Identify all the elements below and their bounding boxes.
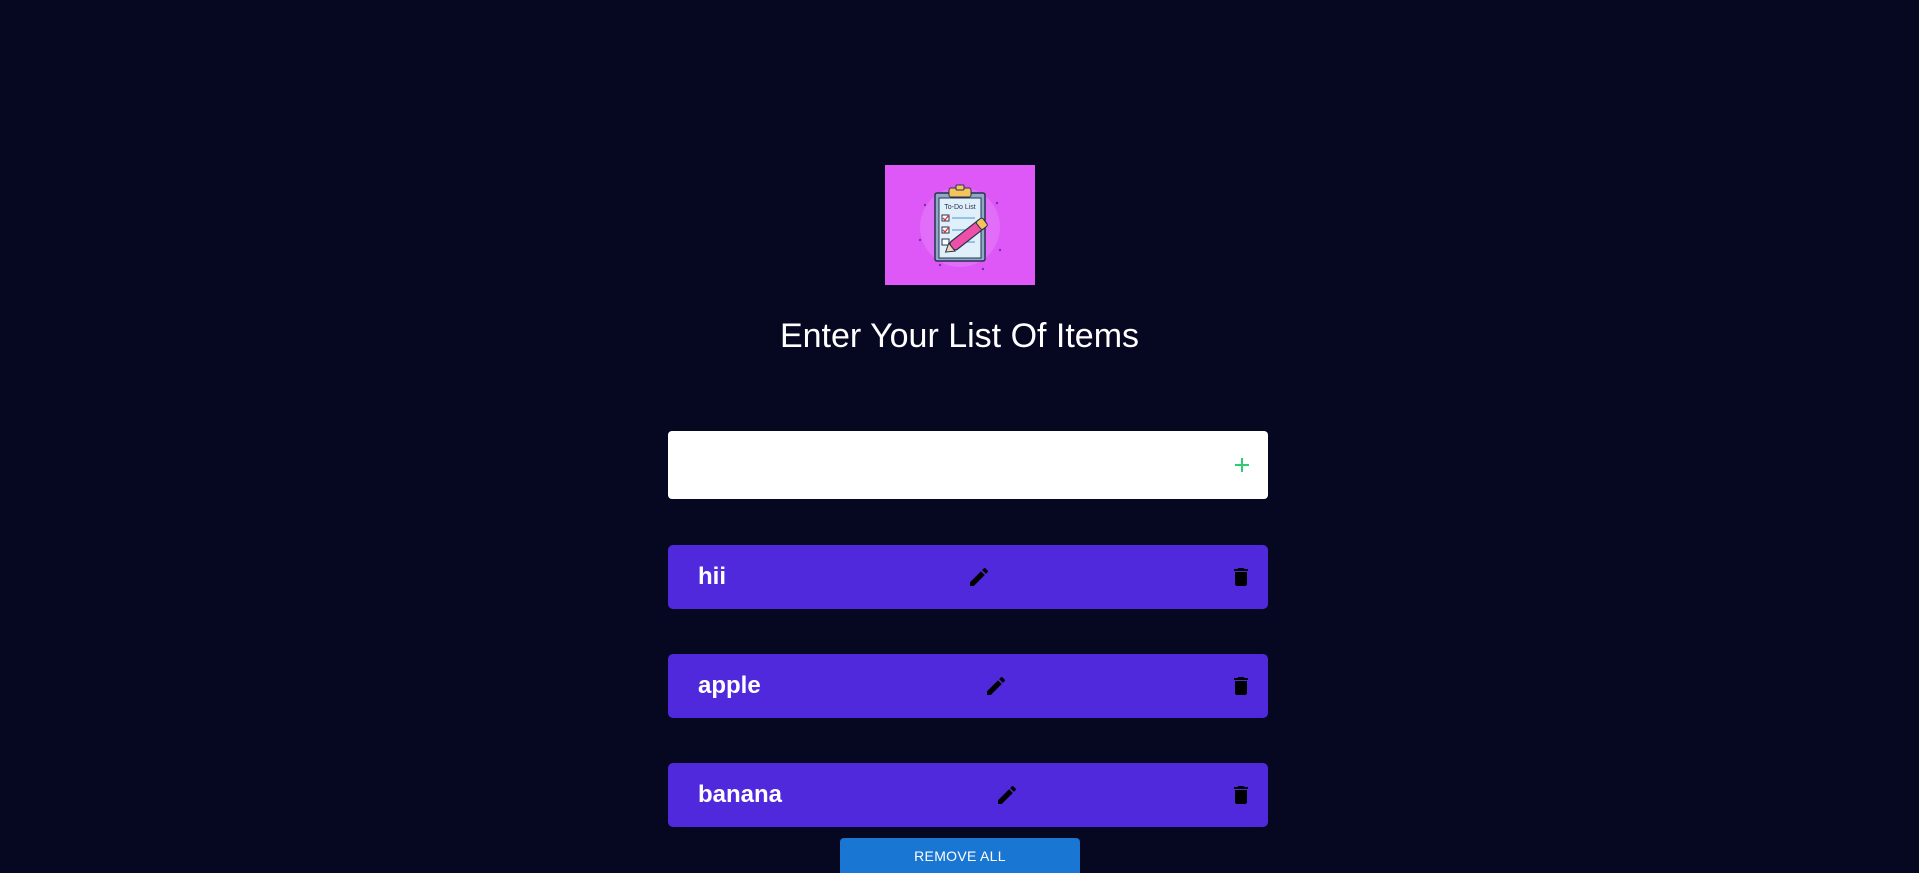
trash-icon[interactable] [1229, 783, 1253, 807]
pencil-icon[interactable] [995, 783, 1019, 807]
list-item: hii [668, 545, 1268, 609]
todo-app: To-Do List Enter Your List Of Items hii [0, 0, 1919, 873]
add-item-field [668, 431, 1268, 499]
item-label: apple [698, 672, 761, 699]
item-label: banana [698, 781, 783, 808]
list-item: apple [668, 654, 1268, 718]
remove-all-button[interactable]: REMOVE ALL [840, 838, 1080, 873]
page-title: Enter Your List Of Items [779, 317, 1140, 355]
list-item: banana [668, 763, 1268, 827]
trash-icon[interactable] [1229, 565, 1253, 589]
pencil-icon[interactable] [984, 674, 1008, 698]
trash-icon[interactable] [1229, 674, 1253, 698]
todo-logo-image: To-Do List [885, 165, 1035, 285]
plus-icon[interactable] [1230, 453, 1254, 477]
pencil-icon[interactable] [967, 565, 991, 589]
item-input[interactable] [668, 431, 1208, 499]
svg-text:To-Do List: To-Do List [944, 204, 976, 211]
item-label: hii [698, 563, 726, 590]
